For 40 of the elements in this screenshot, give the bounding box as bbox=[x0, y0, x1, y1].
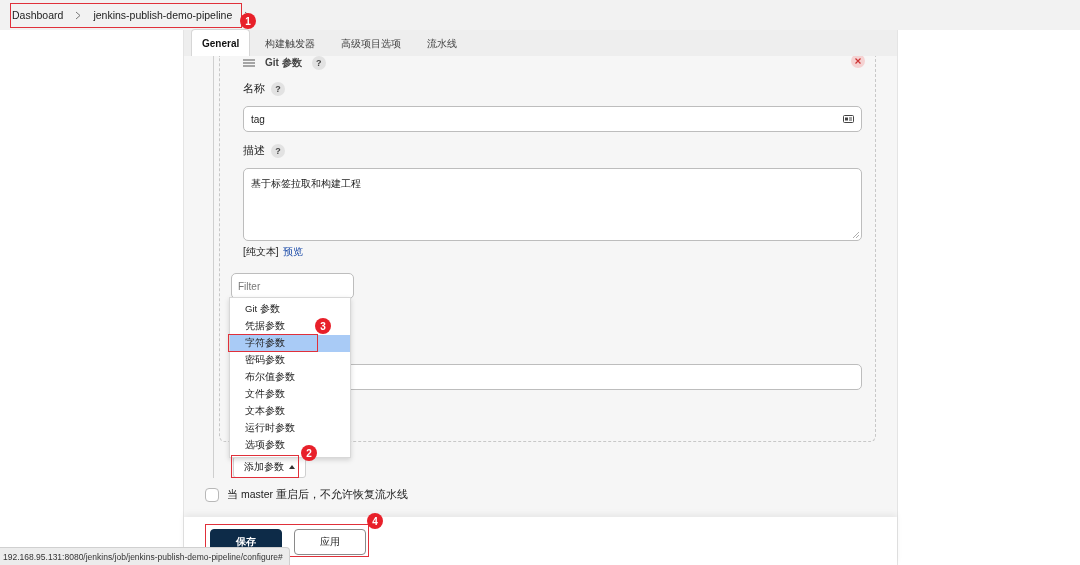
breadcrumb-link[interactable]: Dashboard bbox=[12, 9, 64, 21]
add-parameter-button[interactable]: 添加参数 bbox=[233, 456, 306, 478]
preview-link[interactable]: 预览 bbox=[282, 245, 303, 259]
tab[interactable]: 高级项目选项 bbox=[330, 31, 413, 56]
checkbox[interactable] bbox=[205, 488, 219, 502]
field-label: 名称 bbox=[243, 82, 265, 96]
filter-field[interactable]: Filter bbox=[231, 273, 354, 299]
field-value: tag bbox=[251, 113, 265, 125]
chevron-icon bbox=[75, 10, 82, 20]
tab[interactable]: 流水线 bbox=[416, 31, 469, 56]
menu-item[interactable]: 凭据参数 bbox=[230, 318, 289, 335]
help-icon[interactable]: ? bbox=[311, 56, 326, 70]
menu-item[interactable]: 布尔值参数 bbox=[230, 369, 299, 386]
text-area[interactable]: 基于标签拉取和构建工程 bbox=[243, 168, 862, 241]
menu-item[interactable]: 选项参数 bbox=[230, 437, 289, 454]
help-icon[interactable]: ? bbox=[271, 82, 285, 96]
menu-item[interactable]: 密码参数 bbox=[230, 352, 289, 369]
help-icon[interactable]: ? bbox=[271, 144, 285, 158]
menu-item[interactable]: 文件参数 bbox=[230, 386, 289, 403]
close-icon[interactable] bbox=[851, 56, 865, 68]
url-tooltip: 192.168.95.131:8080/jenkins/job/jenkins-publish-demo-pipeline/configure# bbox=[0, 547, 290, 565]
drag-handle-icon bbox=[243, 59, 255, 67]
resize-handle-icon bbox=[853, 232, 859, 238]
tab[interactable]: General bbox=[191, 29, 251, 56]
annotation-frame bbox=[231, 455, 299, 478]
menu-item[interactable]: 字符参数 bbox=[230, 335, 350, 352]
checkbox-label: 当 master 重启后，不允许恢复流水线 bbox=[227, 488, 408, 502]
field-label: 描述 bbox=[243, 144, 265, 158]
text-input[interactable]: tag bbox=[243, 106, 862, 132]
menu-item[interactable]: Git 参数 bbox=[230, 301, 284, 318]
menu-item[interactable]: 文本参数 bbox=[230, 403, 289, 420]
section-title: Git 参数 bbox=[265, 56, 302, 70]
id-card-icon bbox=[843, 115, 854, 123]
tab[interactable]: 构建触发器 bbox=[254, 31, 327, 56]
field-value: 基于标签拉取和构建工程 bbox=[251, 177, 361, 191]
apply-button[interactable]: 应用 bbox=[294, 529, 366, 555]
caret-up-icon bbox=[289, 465, 295, 469]
format-label: [纯文本] bbox=[243, 245, 279, 259]
menu-item[interactable]: 运行时参数 bbox=[230, 420, 299, 437]
breadcrumb-link[interactable]: jenkins-publish-demo-pipeline bbox=[93, 9, 233, 21]
